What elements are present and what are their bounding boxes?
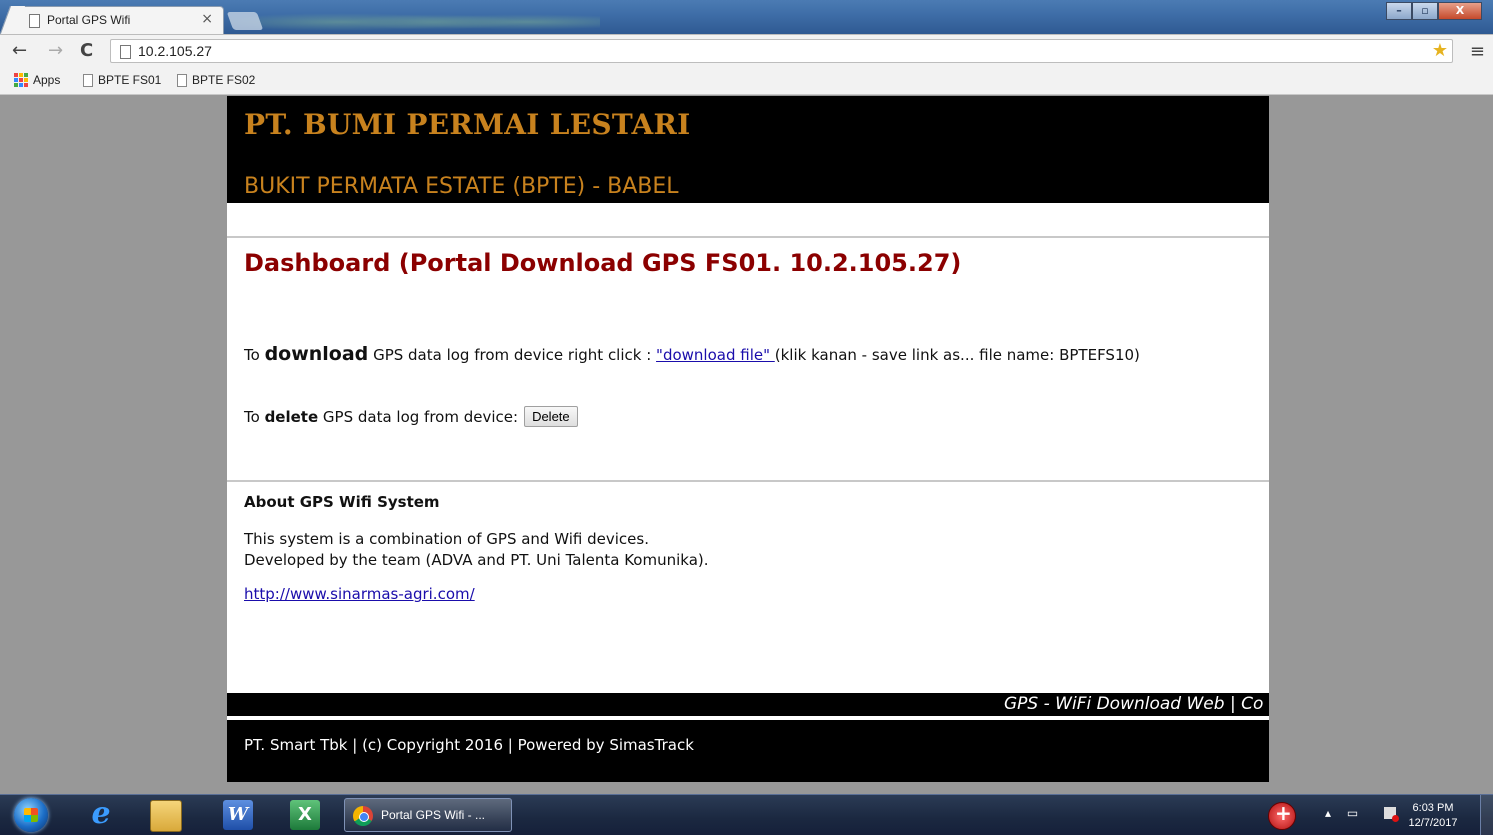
back-arrow-icon[interactable]: ← bbox=[12, 40, 27, 61]
action-center-flag-icon[interactable] bbox=[1384, 807, 1399, 822]
new-tab-button[interactable] bbox=[226, 12, 264, 30]
delete-prefix: To bbox=[244, 407, 265, 426]
page-icon bbox=[177, 73, 187, 87]
file-explorer-icon[interactable] bbox=[150, 800, 182, 832]
bookmark-apps[interactable]: Apps bbox=[14, 73, 60, 87]
delete-keyword: delete bbox=[264, 407, 319, 426]
bookmark-label: BPTE FS01 bbox=[98, 73, 162, 87]
excel-icon[interactable]: X bbox=[290, 800, 320, 830]
windows-logo-icon bbox=[24, 808, 38, 822]
divider bbox=[227, 480, 1269, 482]
estate-name: BUKIT PERMATA ESTATE (BPTE) - BABEL bbox=[244, 174, 679, 199]
bookmark-label: BPTE FS02 bbox=[192, 73, 256, 87]
marquee-bar: GPS - WiFi Download Web | Co bbox=[227, 693, 1269, 716]
about-text: This system is a combination of GPS and … bbox=[244, 529, 709, 571]
window-controls: – ▫ X bbox=[1386, 2, 1482, 20]
page-icon bbox=[29, 14, 40, 28]
marquee-text: GPS - WiFi Download Web | Co bbox=[1004, 694, 1264, 714]
bookmark-star-icon[interactable]: ★ bbox=[1432, 40, 1448, 61]
site-header: PT. BUMI PERMAI LESTARI BUKIT PERMATA ES… bbox=[227, 96, 1269, 203]
maximize-button[interactable]: ▫ bbox=[1412, 2, 1438, 20]
delete-middle: GPS data log from device: bbox=[318, 407, 519, 426]
show-desktop-button[interactable] bbox=[1480, 795, 1493, 835]
clock-date: 12/7/2017 bbox=[1408, 817, 1458, 829]
tray-app-icon[interactable] bbox=[1268, 801, 1296, 830]
tray-icons[interactable]: ▴ ▭ bbox=[1325, 806, 1364, 820]
tab-close-icon[interactable]: × bbox=[201, 11, 213, 27]
download-middle: GPS data log from device right click : bbox=[368, 346, 657, 364]
bookmark-item[interactable]: BPTE FS02 bbox=[177, 73, 255, 87]
delete-button[interactable]: Delete bbox=[524, 406, 578, 427]
browser-toolbar: ← → C 10.2.105.27 ★ ≡ bbox=[0, 34, 1493, 69]
sinarmas-link[interactable]: http://www.sinarmas-agri.com/ bbox=[244, 585, 475, 603]
system-clock[interactable]: 6:03 PM 12/7/2017 bbox=[1404, 801, 1462, 831]
download-keyword: download bbox=[264, 343, 369, 365]
chrome-icon bbox=[353, 806, 373, 826]
clock-time: 6:03 PM bbox=[1412, 802, 1454, 814]
url-text[interactable]: 10.2.105.27 bbox=[138, 43, 212, 59]
address-bar[interactable]: 10.2.105.27 ★ bbox=[110, 39, 1453, 63]
company-name: PT. BUMI PERMAI LESTARI bbox=[244, 108, 691, 141]
close-window-button[interactable]: X bbox=[1438, 2, 1482, 20]
start-button[interactable] bbox=[14, 798, 48, 832]
site-footer: PT. Smart Tbk | (c) Copyright 2016 | Pow… bbox=[227, 720, 1269, 782]
download-suffix: (klik kanan - save link as... file name:… bbox=[774, 346, 1140, 364]
download-instruction: To download GPS data log from device rig… bbox=[244, 343, 1140, 365]
menu-icon[interactable]: ≡ bbox=[1470, 41, 1485, 62]
apps-grid-icon bbox=[14, 73, 28, 87]
divider bbox=[227, 236, 1269, 238]
word-icon[interactable]: W bbox=[223, 800, 253, 830]
download-prefix: To bbox=[244, 346, 265, 364]
bookmark-item[interactable]: BPTE FS01 bbox=[83, 73, 161, 87]
browser-title-bar: Portal GPS Wifi × – ▫ X bbox=[0, 0, 1493, 34]
tab-title: Portal GPS Wifi bbox=[47, 13, 131, 27]
internet-explorer-icon[interactable]: e bbox=[86, 799, 116, 830]
forward-arrow-icon[interactable]: → bbox=[48, 40, 63, 61]
bookmark-apps-label: Apps bbox=[33, 73, 61, 87]
page-title: Dashboard (Portal Download GPS FS01. 10.… bbox=[244, 249, 962, 277]
web-page: PT. BUMI PERMAI LESTARI BUKIT PERMATA ES… bbox=[227, 96, 1269, 782]
about-title: About GPS Wifi System bbox=[244, 493, 440, 511]
bookmarks-bar: Apps BPTE FS01 BPTE FS02 bbox=[0, 68, 1493, 95]
page-icon bbox=[83, 73, 93, 87]
minimize-button[interactable]: – bbox=[1386, 2, 1412, 20]
footer-text: PT. Smart Tbk | (c) Copyright 2016 | Pow… bbox=[244, 736, 694, 754]
taskbar: e W X Portal GPS Wifi - ... ▴ ▭ 6:03 PM … bbox=[0, 794, 1493, 835]
browser-tab[interactable]: Portal GPS Wifi × bbox=[14, 6, 224, 34]
download-file-link[interactable]: "download file" bbox=[656, 346, 775, 364]
taskbar-chrome-window[interactable]: Portal GPS Wifi - ... bbox=[344, 798, 512, 832]
about-line-2: Developed by the team (ADVA and PT. Uni … bbox=[244, 551, 709, 569]
taskbar-window-label: Portal GPS Wifi - ... bbox=[381, 808, 486, 822]
reload-icon[interactable]: C bbox=[80, 40, 93, 61]
page-info-icon[interactable] bbox=[120, 45, 131, 59]
about-line-1: This system is a combination of GPS and … bbox=[244, 530, 649, 548]
window-glass-decoration bbox=[230, 4, 600, 34]
delete-instruction: To delete GPS data log from device: Dele… bbox=[244, 406, 578, 427]
